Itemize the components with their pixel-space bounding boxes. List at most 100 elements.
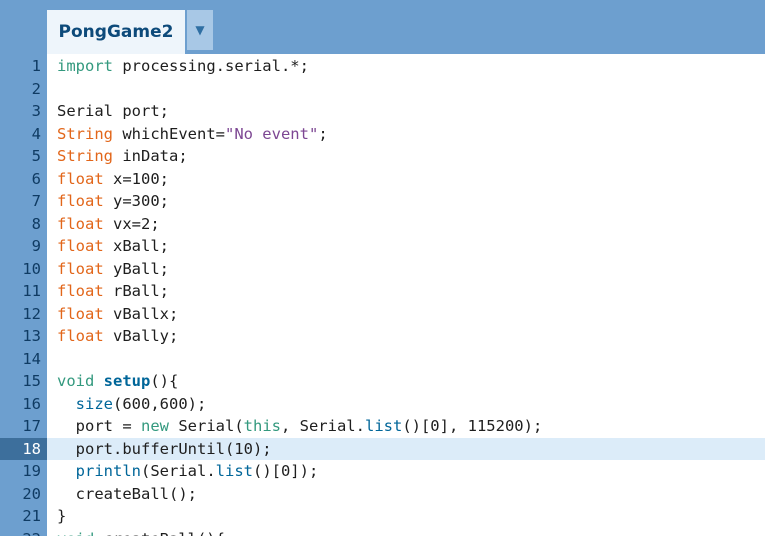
code-text: float rBall; <box>57 280 169 303</box>
code-line[interactable]: 13 float vBally; <box>0 325 765 348</box>
code-token: size <box>75 394 113 413</box>
code-token: processing.serial.*; <box>113 57 309 75</box>
code-token: whichEvent= <box>113 124 225 143</box>
code-line[interactable]: 21} <box>0 505 765 528</box>
line-number: 11 <box>22 282 41 300</box>
code-token: createBall(){ <box>94 530 225 536</box>
code-text: size(600,600); <box>57 393 207 416</box>
code-token: void <box>57 372 95 390</box>
line-number: 8 <box>31 214 41 233</box>
code-text: float vBallx; <box>57 303 178 326</box>
code-token: float <box>57 237 104 255</box>
code-line[interactable]: 18 port.bufferUntil(10); <box>0 437 765 461</box>
code-line[interactable]: 17 port = new Serial(this, Serial.list()… <box>0 415 765 438</box>
code-text: float yBall; <box>57 258 169 281</box>
code-line[interactable]: 5 String inData; <box>0 145 765 168</box>
code-line[interactable]: 16 size(600,600); <box>0 393 765 416</box>
code-line[interactable]: 15 void setup(){ <box>0 370 765 393</box>
code-token: Serial port; <box>57 102 169 120</box>
code-text: createBall(); <box>57 483 197 506</box>
code-token: void <box>57 530 94 536</box>
code-line[interactable]: 12 float vBallx; <box>0 303 765 326</box>
code-line[interactable]: 2 <box>0 78 765 101</box>
code-token: xBall; <box>103 237 169 255</box>
line-number: 9 <box>31 237 41 255</box>
code-token: port.bufferUntil(10); <box>57 439 272 458</box>
code-line[interactable]: 11 float rBall; <box>0 280 765 303</box>
code-editor[interactable]: 1 import processing.serial.*; 2 3 Serial por… <box>0 54 765 536</box>
code-line[interactable]: 3 Serial port; <box>0 100 765 123</box>
code-token: (600,600); <box>113 394 207 413</box>
line-number: 13 <box>22 327 41 345</box>
code-line[interactable]: 8 float vx=2; <box>0 213 765 236</box>
code-token: float <box>57 304 104 323</box>
line-number: 21 <box>22 507 41 525</box>
tab-menu-dropdown-icon[interactable]: ▼ <box>187 10 213 50</box>
code-token: yBall; <box>103 259 169 278</box>
code-text: String whichEvent="No event"; <box>57 123 328 146</box>
line-number: 1 <box>31 57 41 75</box>
code-text: Serial port; <box>57 100 169 123</box>
code-text: float x=100; <box>57 168 169 191</box>
code-token: y=300; <box>103 192 169 210</box>
code-line[interactable]: 6 float x=100; <box>0 168 765 191</box>
code-line[interactable]: 19 println(Serial.list()[0]); <box>0 460 765 483</box>
code-token: vBallx; <box>103 304 179 323</box>
code-text: } <box>57 505 66 528</box>
tab-ponggame2[interactable]: PongGame2 <box>47 10 185 54</box>
line-number: 22 <box>0 528 41 536</box>
code-text: println(Serial.list()[0]); <box>57 460 319 483</box>
code-text: float vx=2; <box>57 213 160 236</box>
code-token: (Serial. <box>141 462 216 480</box>
code-token: , Serial. <box>280 417 365 435</box>
code-line[interactable]: 22 void createBall(){ <box>0 528 765 536</box>
code-token: list <box>215 462 253 480</box>
code-token: float <box>57 259 104 278</box>
line-number: 2 <box>31 79 41 98</box>
code-line[interactable]: 4 String whichEvent="No event"; <box>0 123 765 146</box>
tab-label: PongGame2 <box>58 22 174 42</box>
line-number: 6 <box>31 169 41 188</box>
code-line[interactable]: 20 createBall(); <box>0 483 765 506</box>
line-number: 20 <box>22 484 41 503</box>
code-line[interactable]: 10 float yBall; <box>0 258 765 281</box>
code-token: vx=2; <box>103 214 160 233</box>
code-token: float <box>57 192 104 210</box>
code-token: Serial( <box>169 417 244 435</box>
code-token: setup <box>103 372 151 390</box>
line-number: 5 <box>31 147 41 165</box>
line-number: 10 <box>22 259 41 278</box>
code-line[interactable]: 14 <box>0 348 765 371</box>
code-token: this <box>243 417 281 435</box>
code-token: port = <box>57 417 141 435</box>
code-token: } <box>57 507 67 525</box>
code-text: float vBally; <box>57 325 178 348</box>
code-token: float <box>57 282 104 300</box>
code-text: float xBall; <box>57 235 169 258</box>
dropdown-arrow-icon: ▼ <box>195 23 205 37</box>
code-token: (){ <box>150 372 179 390</box>
code-token: String <box>57 147 113 165</box>
line-number: 12 <box>22 304 41 323</box>
code-token: vBally; <box>103 327 179 345</box>
code-line[interactable]: 7 float y=300; <box>0 190 765 213</box>
line-number: 7 <box>31 192 41 210</box>
code-token: println <box>75 462 141 480</box>
code-token: rBall; <box>103 282 169 300</box>
code-token: ()[0]); <box>252 462 319 480</box>
code-text: port.bufferUntil(10); <box>57 438 272 461</box>
code-token: createBall(); <box>57 484 197 503</box>
line-number: 3 <box>31 102 41 120</box>
line-number: 19 <box>22 462 41 480</box>
code-line[interactable]: 1 import processing.serial.*; <box>0 55 765 78</box>
code-token: float <box>57 214 104 233</box>
code-token: list <box>364 417 403 435</box>
line-number: 17 <box>22 417 41 435</box>
line-number: 18 <box>22 439 41 458</box>
code-text: port = new Serial(this, Serial.list()[0]… <box>57 415 543 438</box>
code-token: float <box>57 169 104 188</box>
code-token: import <box>57 57 113 75</box>
code-line[interactable]: 9 float xBall; <box>0 235 765 258</box>
